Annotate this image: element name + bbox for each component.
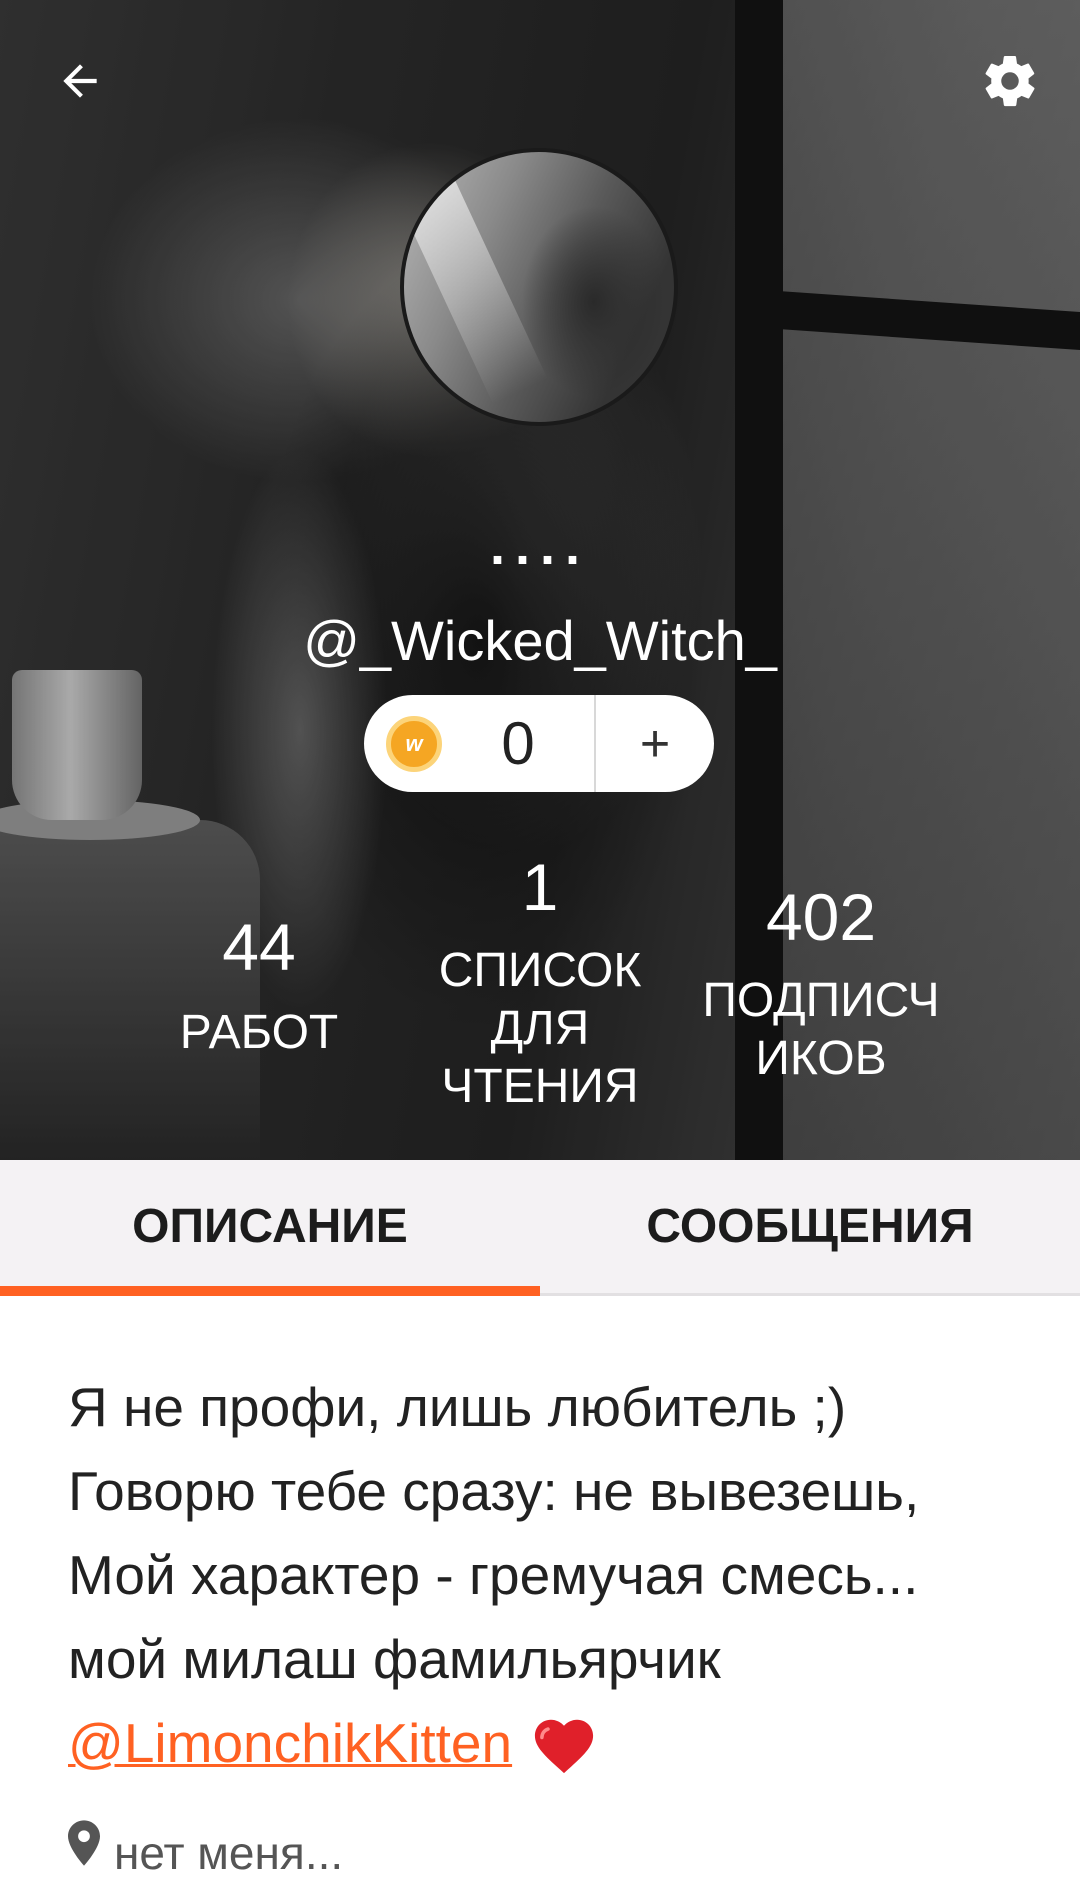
stat-reading-lists-value: 1 [521, 850, 559, 924]
display-name: .... [489, 516, 590, 576]
arrow-left-icon [63, 64, 97, 98]
avatar[interactable] [400, 148, 678, 426]
wattpad-coin-icon: w [386, 715, 442, 772]
stat-followers[interactable]: 402 ПОДПИСЧ ИКОВ [676, 882, 966, 1088]
add-coins-button[interactable]: + [596, 714, 714, 774]
bio-line: мой милаш фамильярчик [68, 1628, 721, 1690]
location-pin-icon [68, 1820, 100, 1866]
stat-works-label: РАБОТ [179, 1006, 339, 1059]
stat-reading-lists-label: СПИСОК ДЛЯ ЧТЕНИЯ [438, 944, 642, 1113]
stat-followers-label: ПОДПИСЧ ИКОВ [702, 974, 940, 1085]
mention-link[interactable]: @LimonchikKitten [68, 1701, 512, 1785]
profile-tabs: ОПИСАНИЕ СООБЩЕНИЯ [0, 1160, 1080, 1296]
profile-header: .... @_Wicked_Witch_ w 0 + 44 РАБОТ 1 СП… [0, 0, 1080, 1160]
settings-button[interactable] [965, 36, 1055, 126]
back-button[interactable] [35, 36, 125, 126]
bio-line: Говорю тебе сразу: не вывезешь, [68, 1460, 920, 1522]
bio-line: Мой характер - гремучая смесь... [68, 1544, 919, 1606]
stat-works-value: 44 [222, 910, 296, 984]
location: нет меня... [68, 1820, 344, 1880]
profile-screen: .... @_Wicked_Witch_ w 0 + 44 РАБОТ 1 СП… [0, 0, 1080, 1882]
profile-description: Я не профи, лишь любитель ;) Говорю тебе… [68, 1365, 1028, 1785]
username: @_Wicked_Witch_ [303, 609, 777, 672]
coin-balance[interactable]: w 0 + [364, 695, 714, 792]
bio-line: Я не профи, лишь любитель ;) [68, 1376, 847, 1438]
stat-reading-lists[interactable]: 1 СПИСОК ДЛЯ ЧТЕНИЯ [410, 852, 670, 1116]
tab-messages[interactable]: СООБЩЕНИЯ [540, 1160, 1080, 1293]
stat-followers-value: 402 [765, 880, 877, 954]
mention-line: @LimonchikKitten [68, 1701, 1028, 1785]
tab-description[interactable]: ОПИСАНИЕ [0, 1160, 540, 1296]
location-text: нет меня... [114, 1827, 344, 1879]
heart-emoji-icon [535, 1719, 594, 1774]
gear-icon [985, 55, 1035, 107]
stat-works[interactable]: 44 РАБОТ [148, 912, 370, 1062]
coin-count: 0 [501, 710, 535, 777]
